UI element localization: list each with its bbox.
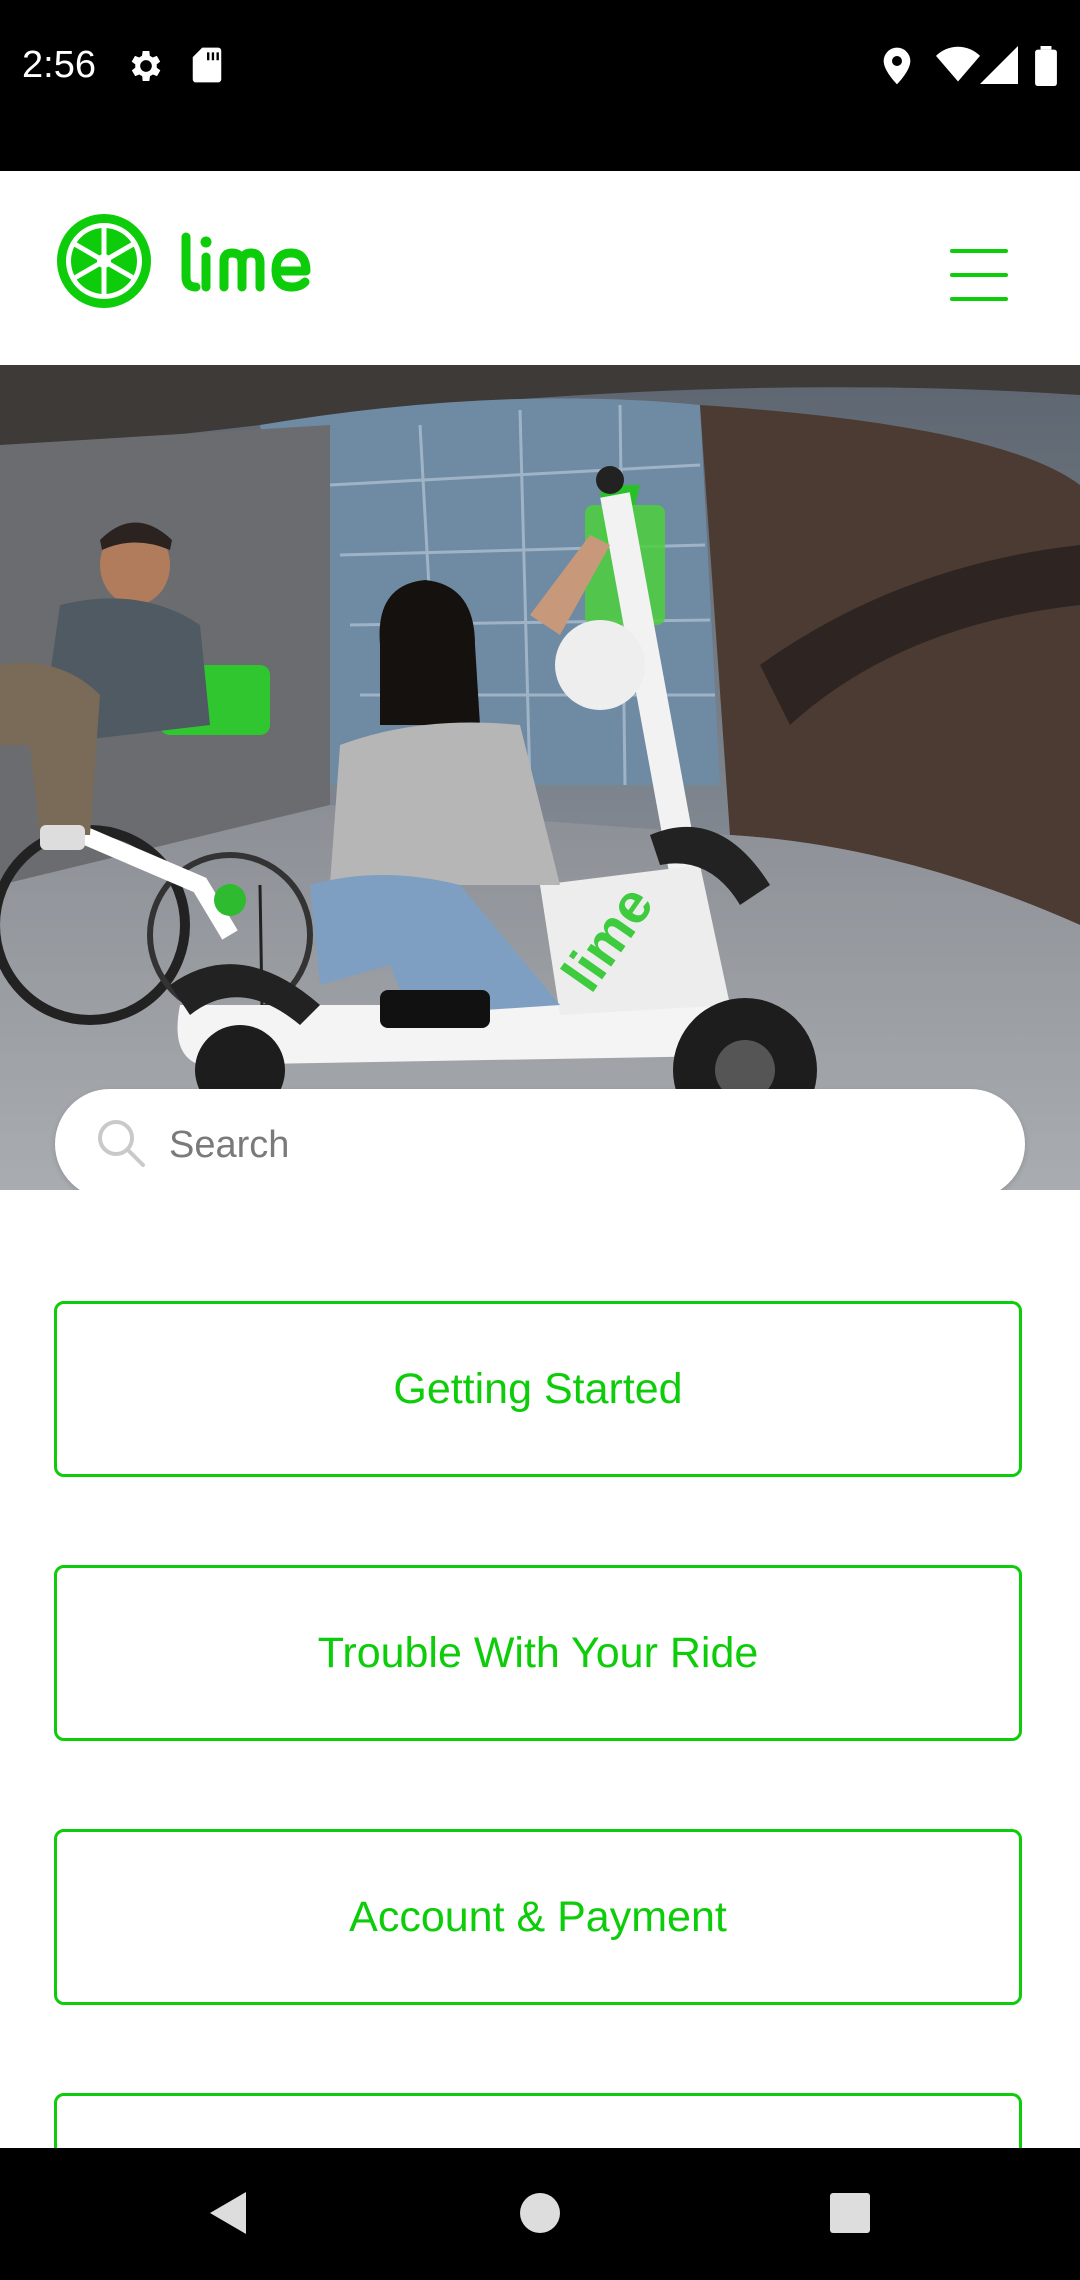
sd-card-icon — [192, 47, 222, 83]
status-bar: 2:56 — [0, 0, 1080, 171]
search-icon — [98, 1120, 145, 1167]
wifi-icon — [936, 46, 980, 82]
category-account-payment-button[interactable]: Account & Payment — [54, 1829, 1022, 2005]
system-nav-bar — [0, 2148, 1080, 2280]
lime-logo[interactable] — [54, 209, 334, 313]
category-getting-started-button[interactable]: Getting Started — [54, 1301, 1022, 1477]
search-input[interactable] — [167, 1109, 991, 1181]
search-bar[interactable] — [55, 1089, 1025, 1190]
back-icon[interactable] — [204, 2188, 250, 2238]
category-trouble-with-ride-button[interactable]: Trouble With Your Ride — [54, 1565, 1022, 1741]
hamburger-menu-icon[interactable] — [950, 249, 1008, 301]
signal-icon — [980, 46, 1018, 84]
home-icon[interactable] — [518, 2188, 562, 2238]
recents-icon[interactable] — [828, 2188, 872, 2238]
lime-wheel-icon — [57, 214, 151, 308]
status-time: 2:56 — [22, 44, 96, 86]
location-icon — [883, 47, 911, 85]
hero-image: lime — [0, 365, 1080, 1190]
battery-icon — [1035, 46, 1057, 86]
site-header — [0, 171, 1080, 365]
hero-photo-scooter-riders: lime — [0, 365, 1080, 1190]
settings-icon — [131, 51, 161, 81]
